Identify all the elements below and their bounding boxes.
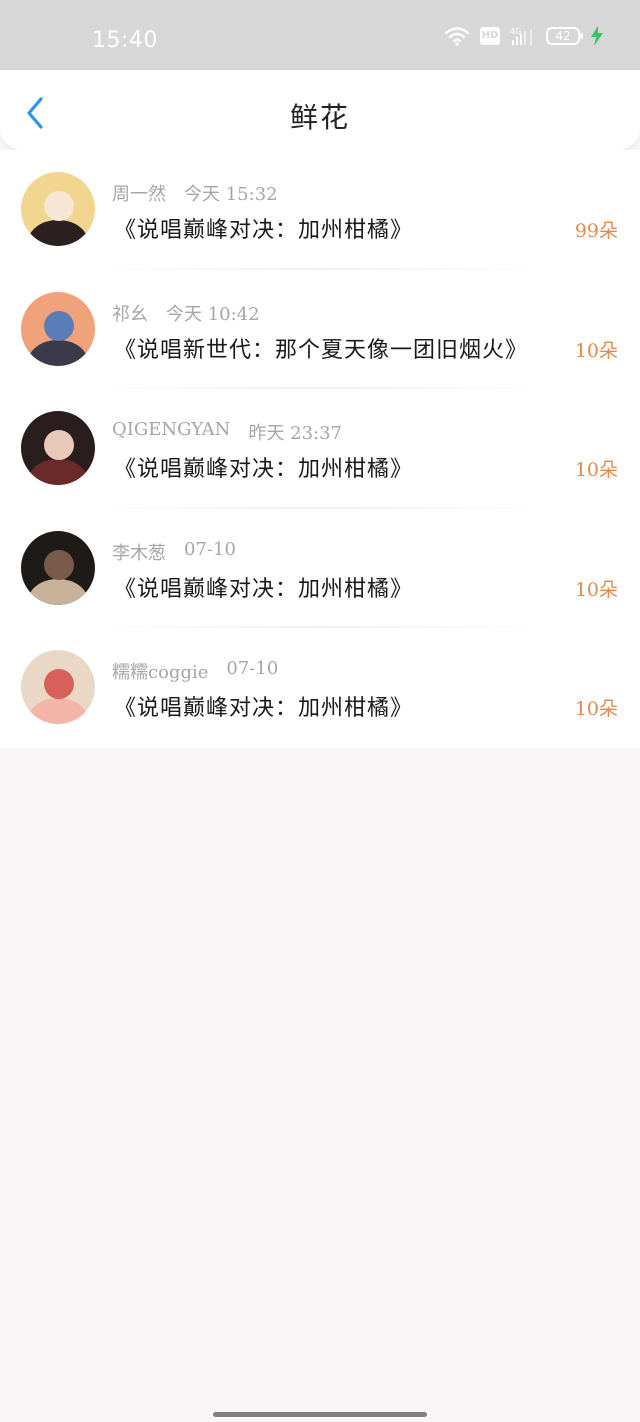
status-icons: HD 4G 42 bbox=[444, 26, 604, 46]
hd-icon: HD bbox=[480, 27, 500, 45]
status-bar: 15:40 HD 4G 42 bbox=[0, 0, 640, 78]
avatar[interactable] bbox=[21, 411, 95, 486]
item-meta: 糯糯coggie 07-10 bbox=[112, 658, 278, 684]
item-meta: 祁幺 今天 10:42 bbox=[112, 300, 260, 326]
app-header: 鲜花 bbox=[0, 70, 640, 150]
flower-count: 99朵 bbox=[574, 220, 618, 242]
item-time: 07-10 bbox=[226, 658, 279, 680]
item-time: 今天 15:32 bbox=[184, 184, 278, 205]
user-name[interactable]: 祁幺 bbox=[112, 300, 148, 326]
item-time: 今天 10:42 bbox=[166, 303, 260, 325]
item-meta: 李木葱 07-10 bbox=[112, 539, 236, 565]
battery-icon: 42 bbox=[546, 27, 583, 45]
song-title[interactable]: 《说唱巅峰对决：加州柑橘》 bbox=[114, 451, 413, 483]
song-title[interactable]: 《说唱巅峰对决：加州柑橘》 bbox=[114, 690, 413, 722]
item-time: 07-10 bbox=[184, 538, 236, 560]
page-title: 鲜花 bbox=[289, 101, 350, 134]
flower-count: 10朵 bbox=[574, 698, 618, 721]
item-meta: QIGENGYAN 昨天 23:37 bbox=[112, 419, 342, 445]
user-name[interactable]: 周一然 bbox=[112, 180, 166, 206]
home-indicator[interactable] bbox=[213, 1412, 427, 1417]
avatar[interactable] bbox=[21, 650, 95, 725]
wifi-icon bbox=[444, 27, 470, 46]
status-time: 15:40 bbox=[92, 28, 158, 53]
song-title[interactable]: 《说唱巅峰对决：加州柑橘》 bbox=[114, 212, 413, 244]
signal-icon: 4G bbox=[510, 27, 532, 45]
flower-count: 10朵 bbox=[574, 578, 618, 601]
avatar[interactable] bbox=[21, 291, 95, 366]
list-item[interactable]: 糯糯coggie 07-10 《说唱巅峰对决：加州柑橘》 10朵 bbox=[0, 628, 640, 748]
user-name[interactable]: 李木葱 bbox=[112, 539, 166, 565]
flower-count: 10朵 bbox=[574, 459, 618, 482]
song-title[interactable]: 《说唱新世代：那个夏天像一团旧烟火》 bbox=[114, 332, 528, 364]
list-item[interactable]: 祁幺 今天 10:42 《说唱新世代：那个夏天像一团旧烟火》 10朵 bbox=[0, 270, 640, 390]
item-time: 昨天 23:37 bbox=[248, 423, 343, 445]
flower-count: 10朵 bbox=[574, 339, 618, 362]
avatar[interactable] bbox=[21, 172, 95, 246]
flower-list: 周一然 今天 15:32 《说唱巅峰对决：加州柑橘》 99朵 祁幺 今天 10:… bbox=[0, 150, 640, 748]
item-meta: 周一然 今天 15:32 bbox=[112, 180, 278, 206]
user-name[interactable]: QIGENGYAN bbox=[112, 419, 230, 445]
user-name[interactable]: 糯糯coggie bbox=[112, 658, 208, 684]
charging-icon bbox=[591, 26, 603, 46]
list-item[interactable]: 李木葱 07-10 《说唱巅峰对决：加州柑橘》 10朵 bbox=[0, 509, 640, 629]
avatar[interactable] bbox=[21, 530, 95, 605]
song-title[interactable]: 《说唱巅峰对决：加州柑橘》 bbox=[114, 571, 413, 603]
list-item[interactable]: 周一然 今天 15:32 《说唱巅峰对决：加州柑橘》 99朵 bbox=[0, 150, 640, 270]
list-item[interactable]: QIGENGYAN 昨天 23:37 《说唱巅峰对决：加州柑橘》 10朵 bbox=[0, 389, 640, 509]
network-label: 4G bbox=[510, 27, 521, 36]
